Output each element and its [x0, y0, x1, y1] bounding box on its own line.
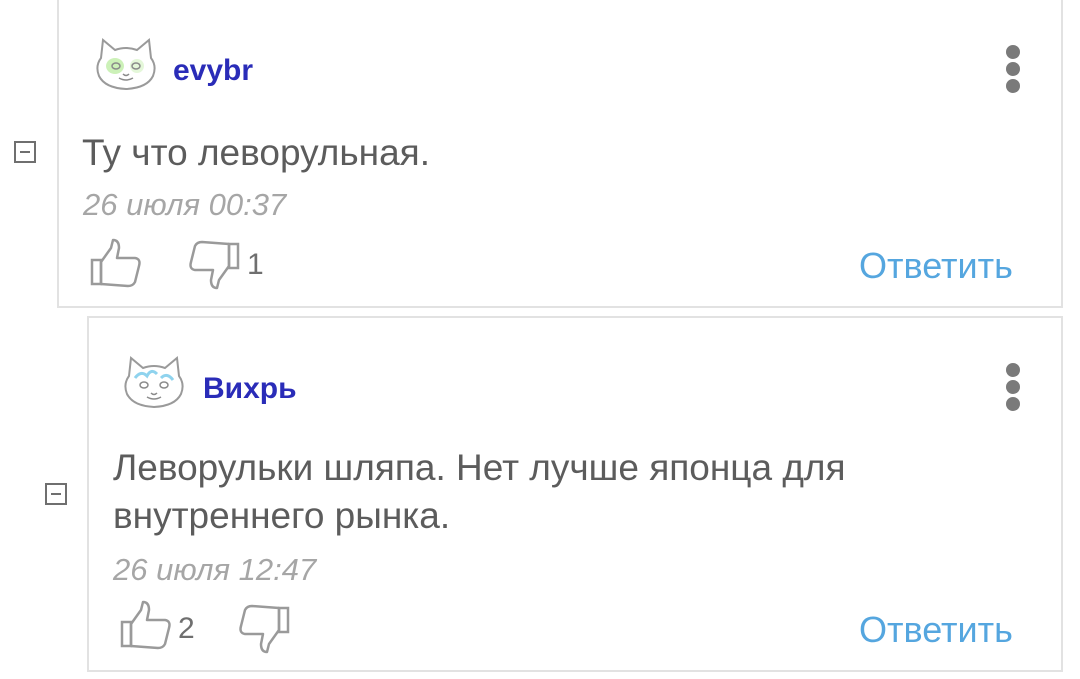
collapse-toggle-icon[interactable]: [14, 141, 36, 163]
collapse-toggle-icon[interactable]: [45, 483, 67, 505]
comment-username[interactable]: Вихрь: [203, 374, 297, 404]
comment-text-line-1: Леворульки шляпа. Нет лучше японца для: [113, 447, 846, 488]
comment-username[interactable]: evybr: [173, 56, 253, 86]
comment-card: Вихрь Леворульки шляпа. Нет лучше японца…: [87, 316, 1063, 672]
comment-text: Ту что леворульная.: [82, 132, 430, 173]
comment-card: evybr Ту что леворульная. 26 июля 00:37 …: [57, 0, 1063, 308]
dislike-count: 1: [247, 248, 264, 281]
comment-text-line-2: внутреннего рынка.: [113, 495, 451, 536]
more-options-icon[interactable]: [1003, 363, 1023, 411]
more-options-icon[interactable]: [1003, 45, 1023, 93]
thumbs-down-icon[interactable]: [187, 236, 241, 290]
comment-date: 26 июля 12:47: [113, 552, 317, 587]
reply-button[interactable]: Ответить: [859, 612, 1013, 648]
thumbs-up-icon[interactable]: [89, 238, 143, 292]
thumbs-down-icon[interactable]: [237, 600, 291, 654]
comments-thread: evybr Ту что леворульная. 26 июля 00:37 …: [0, 0, 1080, 679]
comment-date: 26 июля 00:37: [83, 187, 287, 222]
cat-avatar-icon[interactable]: [93, 36, 159, 92]
thumbs-up-icon[interactable]: [119, 600, 173, 654]
reply-button[interactable]: Ответить: [859, 248, 1013, 284]
cat-avatar-icon[interactable]: [121, 354, 187, 410]
like-count: 2: [178, 612, 195, 645]
